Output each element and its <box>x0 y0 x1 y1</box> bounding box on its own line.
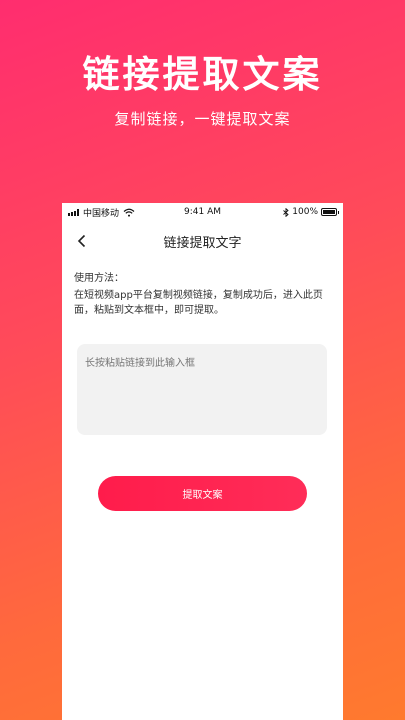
back-button[interactable] <box>72 231 92 251</box>
chevron-left-icon <box>77 234 86 248</box>
battery-icon <box>321 208 339 216</box>
usage-text: 在短视频app平台复制视频链接，复制成功后，进入此页面，粘贴到文本框中，即可提取… <box>74 290 323 316</box>
hero-title: 链接提取文案 <box>82 53 323 96</box>
status-bar: 中国移动 9:41 AM 100% <box>62 203 343 221</box>
status-time: 9:41 AM <box>184 207 221 217</box>
page-title: 链接提取文字 <box>163 235 242 251</box>
link-input[interactable] <box>77 344 327 435</box>
extract-button[interactable]: 提取文案 <box>98 476 307 511</box>
usage-instructions: 使用方法： 在短视频app平台复制视频链接，复制成功后，进入此页面，粘贴到文本框… <box>62 261 343 318</box>
usage-title: 使用方法： <box>74 273 124 284</box>
phone-screen: 中国移动 9:41 AM 100% 链接提取文字 使用方法： 在短视频app平台… <box>62 203 343 720</box>
nav-bar: 链接提取文字 <box>62 221 343 261</box>
hero-subtitle: 复制链接，一键提取文案 <box>114 110 291 128</box>
